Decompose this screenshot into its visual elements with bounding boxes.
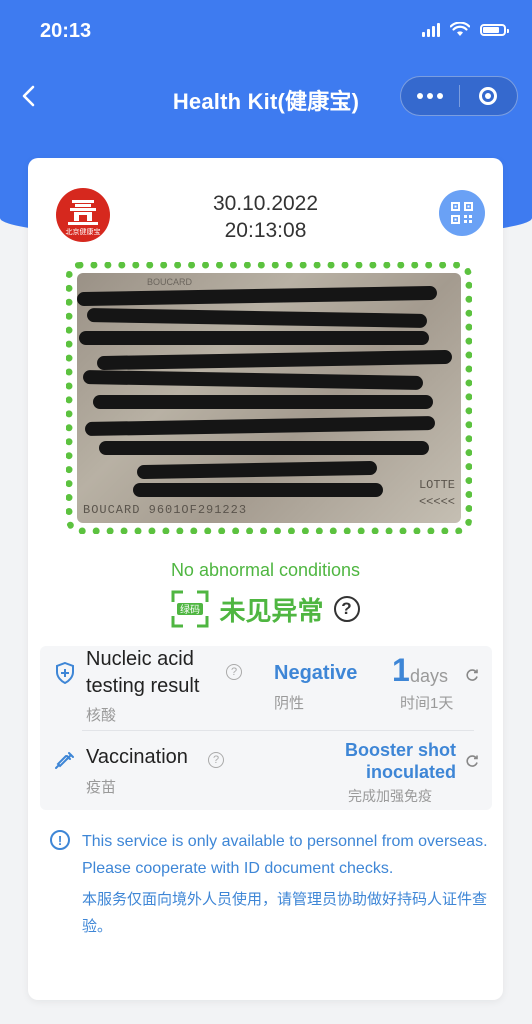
qr-code-icon	[451, 202, 473, 224]
refresh-icon[interactable]	[465, 668, 479, 682]
mrz-text: BOUCARD 9601OF291223	[83, 503, 248, 517]
close-miniprogram-button[interactable]	[460, 77, 518, 115]
days-count: 1	[392, 652, 410, 688]
nucleic-label-cn: 核酸	[86, 707, 117, 724]
vaccination-status-line2: inoculated	[365, 762, 456, 782]
nucleic-result-cn: 阴性	[274, 695, 305, 712]
wifi-icon	[450, 22, 470, 36]
nucleic-info-icon[interactable]: ?	[226, 664, 242, 680]
date-text: 30.10.2022	[212, 192, 319, 215]
redaction-mark	[79, 331, 429, 345]
more-options-button[interactable]	[401, 77, 459, 115]
time-text: 20:13:08	[224, 219, 307, 242]
refresh-icon[interactable]	[465, 754, 479, 768]
nav-bar: Health Kit(健康宝)	[0, 64, 532, 128]
status-english: No abnormal conditions	[170, 560, 361, 580]
vaccination-row: Vaccination 疫苗 ? Booster shot inoculated…	[40, 730, 492, 810]
nucleic-label: Nucleic acid testing result	[86, 648, 200, 697]
vaccination-label-cn: 疫苗	[86, 779, 117, 796]
vaccination-status-line1: Booster shot	[344, 740, 456, 760]
nucleic-result: Negative	[274, 662, 358, 684]
redaction-mark	[84, 415, 436, 437]
info-panel: Nucleic acid testing result 核酸 ? Negativ…	[40, 646, 492, 810]
redaction-mark	[82, 370, 424, 390]
target-icon	[479, 87, 498, 105]
redaction-mark	[93, 395, 433, 409]
battery-icon	[480, 23, 509, 36]
days-cn: 时间1天	[400, 695, 454, 712]
vaccination-label: Vaccination	[86, 746, 188, 768]
status-chinese: 未见异常	[219, 595, 324, 626]
health-card: 北京健康宝 30.10.2022 20:13:08 BOUCARD LOTTE …	[28, 158, 503, 1000]
redaction-mark	[86, 308, 428, 328]
status-bar: 20:13	[0, 0, 532, 64]
shield-plus-icon	[56, 662, 74, 684]
green-code-badge-icon: 绿码	[171, 590, 209, 628]
miniprogram-capsule	[400, 76, 518, 116]
days-unit: days	[410, 666, 449, 686]
qr-code-button[interactable]	[439, 190, 485, 236]
notice-chinese: 本服务仅面向境外人员使用，请管理员协助做好持码人证件查验。	[82, 891, 488, 935]
timestamp: 30.10.2022 20:13:08	[28, 190, 503, 244]
redaction-mark	[96, 349, 453, 371]
id-document-photo: BOUCARD LOTTE <<<<< BOUCARD 9601OF291223	[77, 273, 461, 523]
health-status-row: 绿码 未见异常 ?	[28, 590, 503, 628]
vaccination-info-icon[interactable]: ?	[208, 752, 224, 768]
cellular-signal-icon	[422, 22, 440, 37]
syringe-icon	[55, 752, 74, 769]
redaction-mark	[77, 285, 438, 307]
nucleic-acid-row: Nucleic acid testing result 核酸 ? Negativ…	[40, 646, 492, 730]
redaction-mark	[99, 441, 429, 455]
status-time: 20:13	[40, 20, 92, 42]
redaction-mark	[136, 460, 378, 480]
status-icons	[422, 22, 509, 37]
vaccination-status-cn: 完成加强免疫	[348, 788, 432, 804]
notice-english: This service is only available to person…	[82, 833, 488, 877]
svg-text:绿码: 绿码	[180, 603, 200, 616]
redaction-mark	[133, 483, 383, 497]
id-photo-frame: BOUCARD LOTTE <<<<< BOUCARD 9601OF291223	[66, 262, 472, 534]
help-icon[interactable]: ?	[333, 596, 360, 622]
info-icon: !	[50, 830, 70, 850]
